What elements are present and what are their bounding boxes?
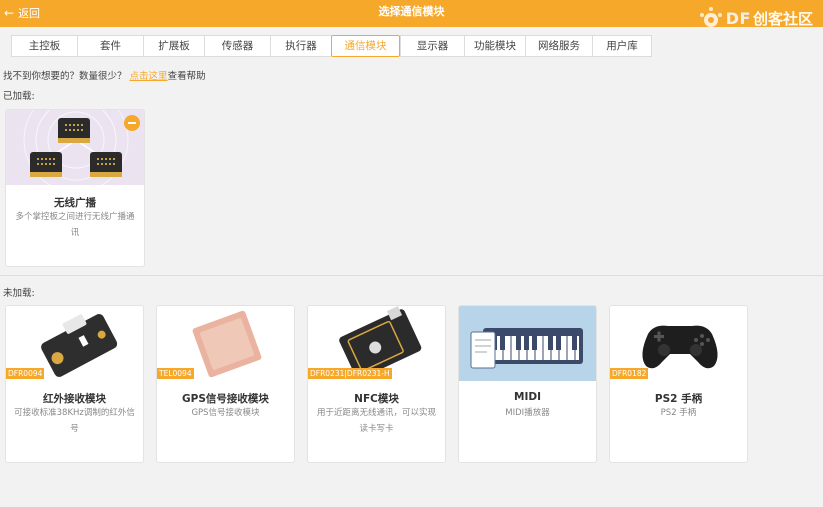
tab-sensor[interactable]: 传感器 <box>204 35 270 57</box>
tab-network-service[interactable]: 网络服务 <box>525 35 592 57</box>
tab-display[interactable]: 显示器 <box>400 35 464 57</box>
module-description: GPS信号接收模块 <box>191 408 260 418</box>
loaded-section-label: 已加载: <box>3 91 35 102</box>
module-description: 多个掌控板之间进行无线广播通讯 <box>15 212 135 238</box>
unloaded-section-label: 未加载: <box>3 288 35 299</box>
help-link[interactable]: 点击这里 <box>130 71 168 82</box>
brand-logo: DF 创客社区 <box>698 4 813 32</box>
tab-actuator[interactable]: 执行器 <box>270 35 331 57</box>
sku-tag: DFR0231|DFR0231-H <box>308 368 392 379</box>
logo-text: DF <box>725 8 751 28</box>
tab-user-library[interactable]: 用户库 <box>592 35 652 57</box>
sku-tag: TEL0094 <box>157 368 194 379</box>
module-name: 无线广播 <box>54 197 96 209</box>
module-name: MIDI <box>514 391 541 403</box>
module-description: MIDI播放器 <box>505 408 550 418</box>
help-text: 找不到你想要的？数量很少？ 点击这里查看帮助 <box>3 68 206 82</box>
module-description: 用于近距离无线通讯，可以实现读卡写卡 <box>316 408 436 434</box>
module-card-nfc[interactable]: DFR0231|DFR0231-H NFC模块 用于近距离无线通讯，可以实现读卡… <box>307 305 446 463</box>
tab-kit[interactable]: 套件 <box>77 35 143 57</box>
module-card-wireless-broadcast[interactable]: 无线广播 多个掌控板之间进行无线广播通讯 <box>5 109 145 267</box>
logo-cn-text: 创客社区 <box>752 9 813 28</box>
section-divider <box>0 275 823 276</box>
tab-function-module[interactable]: 功能模块 <box>464 35 525 57</box>
top-bar: ← 返回 选择通信模块 DF 创客社区 <box>0 0 823 28</box>
tab-expansion-board[interactable]: 扩展板 <box>143 35 204 57</box>
module-name: 红外接收模块 <box>43 393 106 405</box>
module-card-gps[interactable]: TEL0094 GPS信号接收模块 GPS信号接收模块 <box>156 305 295 463</box>
module-card-midi[interactable]: MIDI MIDI播放器 <box>458 305 597 463</box>
module-name: GPS信号接收模块 <box>182 393 269 405</box>
sku-tag: DFR0182 <box>610 368 649 379</box>
remove-module-button[interactable] <box>124 115 140 131</box>
module-card-ir-receiver[interactable]: DFR0094 红外接收模块 可接收标准38KHz调制的红外信号 <box>5 305 144 463</box>
module-name: NFC模块 <box>354 393 399 405</box>
midi-image <box>459 306 596 381</box>
mascot-icon <box>699 7 722 27</box>
tab-main-board[interactable]: 主控板 <box>11 35 77 57</box>
category-tabs: 主控板 套件 扩展板 传感器 执行器 通信模块 显示器 功能模块 网络服务 用户… <box>11 35 652 58</box>
help-prefix: 找不到你想要的？数量很少？ <box>3 71 127 82</box>
module-description: 可接收标准38KHz调制的红外信号 <box>14 408 135 434</box>
module-description: PS2 手柄 <box>660 408 697 418</box>
sku-tag: DFR0094 <box>6 368 45 379</box>
module-card-ps2-gamepad[interactable]: DFR0182 PS2 手柄 PS2 手柄 <box>609 305 748 463</box>
tab-communication[interactable]: 通信模块 <box>331 35 400 57</box>
module-name: PS2 手柄 <box>654 393 703 405</box>
piano-keyboard-icon <box>470 328 583 369</box>
help-suffix: 查看帮助 <box>167 71 206 82</box>
